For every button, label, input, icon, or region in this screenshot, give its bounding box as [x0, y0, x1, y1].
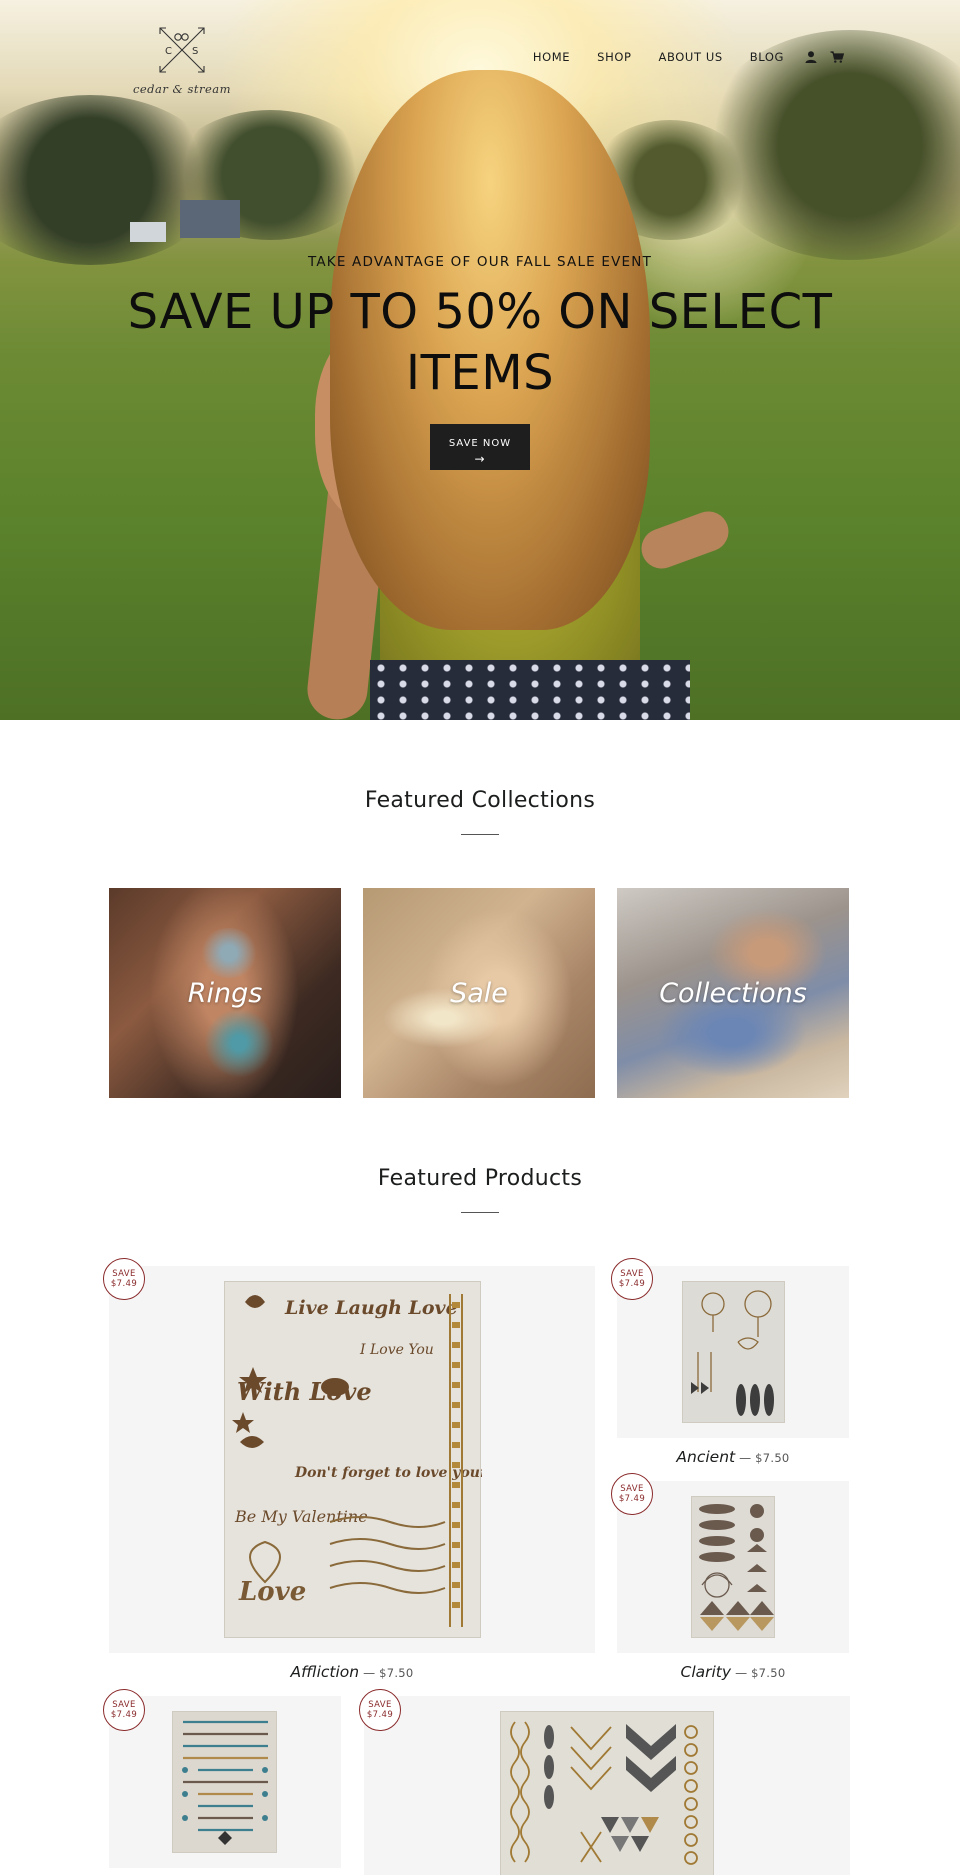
product-name: Ancient: [676, 1448, 736, 1466]
badge-amount: $7.49: [110, 1710, 138, 1720]
nav-item-about-us[interactable]: ABOUT US: [659, 50, 723, 64]
section-divider: [461, 834, 499, 835]
product-card[interactable]: [109, 1696, 341, 1868]
collection-label: Collections: [659, 977, 807, 1009]
product-image: [691, 1496, 775, 1638]
price-separator: —: [735, 1666, 748, 1680]
save-now-button[interactable]: SAVE NOW →: [430, 424, 530, 470]
main-nav: HOME SHOP ABOUT US BLOG: [506, 50, 844, 64]
product-image: [172, 1711, 277, 1853]
hero-subtitle: TAKE ADVANTAGE OF OUR FALL SALE EVENT: [307, 254, 653, 270]
collection-label: Rings: [187, 977, 263, 1009]
nav-item-shop[interactable]: SHOP: [597, 50, 631, 64]
sale-badge: SAVE $7.49: [611, 1258, 653, 1300]
tattoo-sheet-art: Live Laugh Love I Love You With Love Don…: [232, 1294, 518, 1627]
sheet-text: Be My Valentine: [234, 1507, 368, 1526]
product-image: Live Laugh Love I Love You With Love Don…: [224, 1281, 518, 1638]
badge-amount: $7.49: [618, 1494, 646, 1504]
product-card-clarity[interactable]: [617, 1481, 849, 1653]
hero-content: TAKE ADVANTAGE OF OUR FALL SALE EVENT SA…: [0, 254, 960, 470]
user-icon[interactable]: [804, 50, 818, 64]
save-now-label: SAVE NOW: [448, 438, 512, 449]
logo-wordmark: cedar & stream: [132, 82, 232, 96]
product-title-ancient[interactable]: Ancient — $7.50: [617, 1448, 849, 1466]
logo-initial: S: [192, 46, 198, 57]
product-card-affliction[interactable]: Live Laugh Love I Love You With Love Don…: [109, 1266, 595, 1653]
nav-item-home[interactable]: HOME: [533, 50, 570, 64]
product-image: [682, 1281, 785, 1423]
badge-save-label: SAVE: [112, 1269, 136, 1279]
product-price: $7.50: [379, 1666, 414, 1680]
sheet-text: Live Laugh Love: [284, 1297, 458, 1319]
price-separator: —: [739, 1451, 752, 1465]
sheet-text: I Love You: [359, 1342, 434, 1358]
logo-initial: C: [165, 46, 172, 57]
badge-amount: $7.49: [110, 1279, 138, 1289]
product-title-clarity[interactable]: Clarity — $7.50: [617, 1663, 849, 1681]
badge-amount: $7.49: [618, 1279, 646, 1289]
badge-amount: $7.49: [366, 1710, 394, 1720]
product-name: Clarity: [680, 1663, 732, 1681]
tattoo-sheet-art: [510, 1721, 698, 1865]
hero-title: SAVE UP TO 50% ON SELECT ITEMS: [127, 284, 833, 401]
badge-save-label: SAVE: [112, 1700, 136, 1710]
badge-save-label: SAVE: [620, 1269, 644, 1279]
featured-collections-title: Featured Collections: [364, 788, 596, 813]
price-separator: —: [363, 1666, 376, 1680]
tattoo-sheet-art: [182, 1720, 268, 1845]
product-title-affliction[interactable]: Affliction — $7.50: [109, 1663, 595, 1681]
sheet-text: Love: [238, 1577, 306, 1607]
product-image: [500, 1711, 714, 1875]
hero-banner: C S cedar & stream HOME SHOP ABOUT US BL…: [0, 0, 960, 720]
arrow-right-icon: →: [474, 452, 486, 466]
product-card-ancient[interactable]: [617, 1266, 849, 1438]
collection-tile-sale[interactable]: Sale: [363, 888, 595, 1098]
cart-icon[interactable]: [830, 50, 844, 64]
collection-tile-rings[interactable]: Rings: [109, 888, 341, 1098]
tattoo-sheet-art: [691, 1290, 774, 1416]
site-logo[interactable]: C S cedar & stream: [132, 24, 232, 100]
sale-badge: SAVE $7.49: [359, 1689, 401, 1731]
product-price: $7.50: [755, 1451, 790, 1465]
badge-save-label: SAVE: [368, 1700, 392, 1710]
product-name: Affliction: [290, 1663, 360, 1681]
sale-badge: SAVE $7.49: [103, 1689, 145, 1731]
product-card[interactable]: [364, 1696, 850, 1875]
collection-tile-collections[interactable]: Collections: [617, 888, 849, 1098]
sale-badge: SAVE $7.49: [103, 1258, 145, 1300]
logo-mark-icon: C S: [159, 27, 205, 73]
nav-item-blog[interactable]: BLOG: [750, 50, 784, 64]
section-divider: [461, 1212, 499, 1213]
badge-save-label: SAVE: [620, 1484, 644, 1494]
tattoo-sheet-art: [699, 1504, 774, 1631]
featured-products-title: Featured Products: [377, 1166, 583, 1191]
collection-label: Sale: [450, 977, 508, 1009]
sale-badge: SAVE $7.49: [611, 1473, 653, 1515]
product-price: $7.50: [751, 1666, 786, 1680]
